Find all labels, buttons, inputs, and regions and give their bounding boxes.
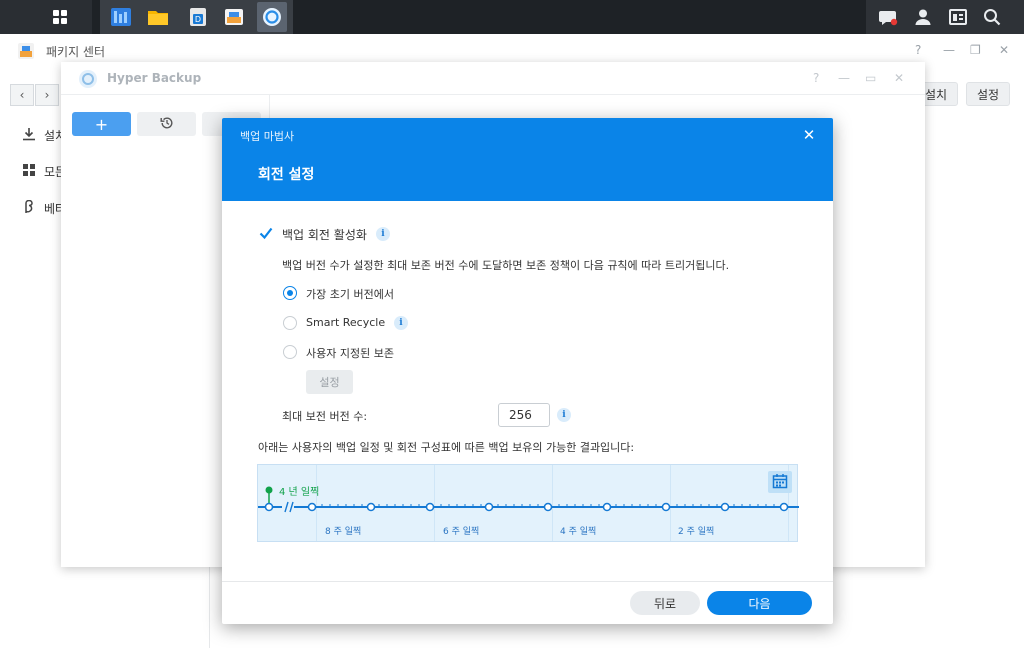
wizard-footer-divider (222, 581, 833, 582)
radio-earliest-version[interactable] (283, 286, 297, 300)
custom-retention-settings-button[interactable]: 설정 (306, 370, 353, 394)
backup-wizard-dialog: 백업 마법사 ✕ 회전 설정 백업 회전 활성화 i 백업 버전 수가 설정한 … (222, 118, 833, 624)
radio-smart-recycle[interactable] (283, 316, 297, 330)
rotation-description: 백업 버전 수가 설정한 최대 보존 버전 수에 도달하면 보존 정책이 다음 … (282, 259, 730, 272)
help-icon[interactable]: ? (915, 43, 921, 57)
next-button[interactable]: 다음 (707, 591, 812, 615)
minimize-icon[interactable]: — (943, 43, 955, 57)
beta-icon (22, 199, 36, 217)
package-center-icon[interactable] (219, 2, 249, 32)
max-versions-input[interactable]: 256 (498, 403, 550, 427)
add-task-button[interactable]: + (72, 112, 131, 136)
timeline-label-8w: 8 주 일찍 (325, 527, 362, 537)
hyper-backup-title: Hyper Backup (107, 71, 202, 85)
option-earliest-version-label: 가장 초기 버전에서 (306, 288, 394, 301)
timeline-label-6w: 6 주 일찍 (443, 527, 480, 537)
hyper-backup-logo-icon (78, 69, 98, 92)
hyper-backup-titlebar: Hyper Backup ? — ▭ ✕ (61, 62, 925, 94)
timeline-caption: 아래는 사용자의 백업 일정 및 회전 구성표에 따른 백업 보유의 가능한 결… (258, 441, 635, 454)
timeline-label-2w: 2 주 일찍 (678, 527, 715, 537)
wizard-header: 백업 마법사 ✕ 회전 설정 (222, 118, 833, 201)
forward-nav-button[interactable]: › (35, 84, 59, 106)
grid-icon (22, 163, 36, 180)
radio-custom-retention[interactable] (283, 345, 297, 359)
wizard-close-icon[interactable]: ✕ (800, 126, 818, 144)
hb-minimize-icon[interactable]: — (838, 71, 850, 85)
widgets-icon[interactable] (943, 2, 973, 32)
calendar-icon (772, 473, 788, 492)
enable-rotation-checkbox[interactable] (258, 225, 274, 241)
package-center-title: 패키지 센터 (46, 45, 106, 59)
file-station-icon[interactable] (143, 2, 173, 32)
control-panel-icon[interactable] (106, 2, 136, 32)
option-custom-retention-label: 사용자 지정된 보존 (306, 347, 394, 360)
history-icon (160, 116, 174, 133)
enable-rotation-label: 백업 회전 활성화 (282, 228, 367, 242)
hb-title-divider (61, 94, 925, 95)
storage-manager-icon[interactable]: D (183, 2, 213, 32)
package-center-icon (17, 42, 35, 63)
hb-close-icon[interactable]: ✕ (894, 71, 904, 85)
hb-maximize-icon[interactable]: ▭ (865, 71, 876, 85)
back-nav-button[interactable]: ‹ (10, 84, 34, 106)
main-menu-icon[interactable] (45, 2, 75, 32)
sidebar-item-beta[interactable]: 베타 (22, 198, 66, 218)
timeline-now-label: 4 년 일찍 (279, 487, 320, 498)
timeline-calendar-button[interactable] (768, 471, 792, 493)
rotation-info-icon[interactable]: i (376, 227, 390, 241)
wizard-title: 백업 마법사 (240, 130, 295, 143)
search-icon[interactable] (977, 2, 1007, 32)
max-versions-info-icon[interactable]: i (557, 408, 571, 422)
max-versions-label: 최대 보전 버전 수: (282, 410, 368, 423)
hyper-backup-taskbar-icon[interactable] (257, 2, 287, 32)
restore-button[interactable] (137, 112, 196, 136)
user-icon[interactable] (908, 2, 938, 32)
back-button[interactable]: 뒤로 (630, 591, 700, 615)
taskbar: D (0, 0, 1024, 34)
svg-text:D: D (195, 15, 201, 24)
sidebar-item-installed[interactable]: 설치 (22, 125, 66, 145)
retention-timeline: 4 년 일찍 8 주 일찍 6 주 일찍 4 주 일찍 2 주 일찍 (257, 464, 799, 542)
smart-recycle-info-icon[interactable]: i (394, 316, 408, 330)
download-icon (22, 127, 36, 144)
option-smart-recycle-label: Smart Recycle (306, 316, 386, 329)
sidebar-item-all[interactable]: 모든 (22, 161, 66, 181)
hb-help-icon[interactable]: ? (813, 71, 819, 85)
timeline-label-4w: 4 주 일찍 (560, 527, 597, 537)
wizard-heading: 회전 설정 (258, 167, 315, 183)
close-icon[interactable]: ✕ (999, 43, 1009, 57)
restore-icon[interactable]: ❐ (970, 43, 981, 57)
notification-icon[interactable] (873, 2, 903, 32)
settings-button[interactable]: 설정 (966, 82, 1011, 106)
